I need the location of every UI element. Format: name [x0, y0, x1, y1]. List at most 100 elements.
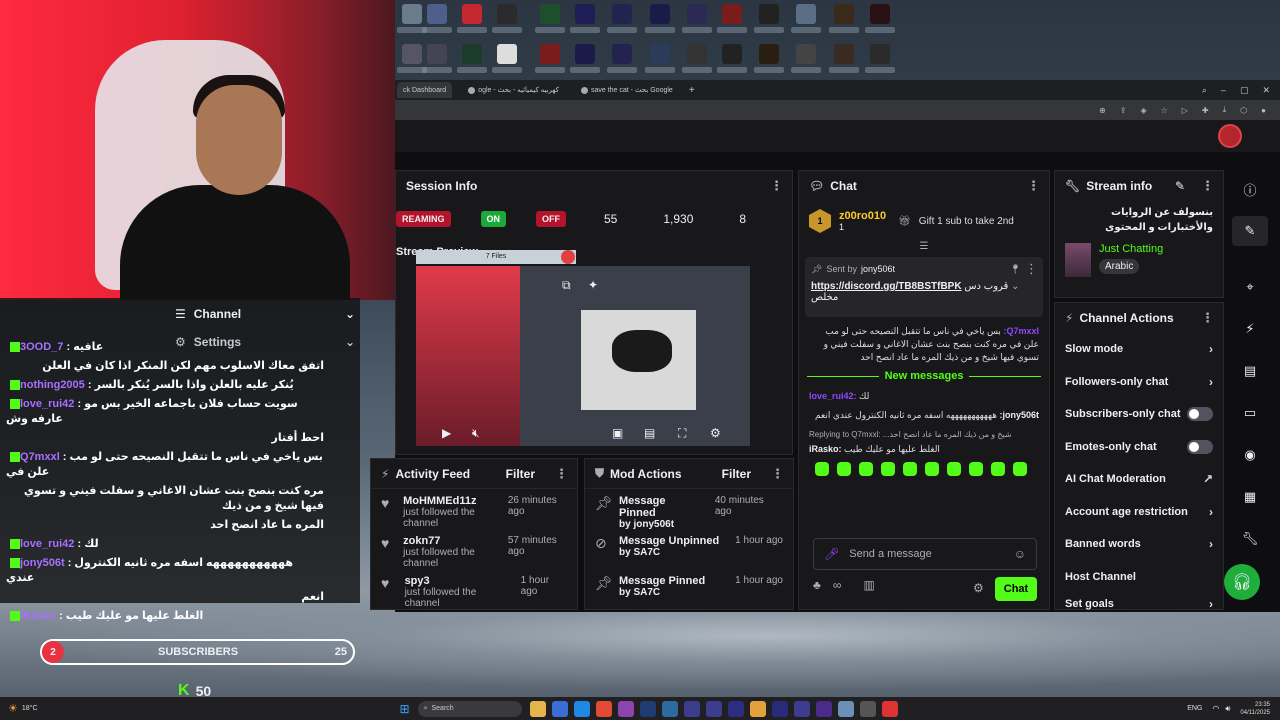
desktop-icon[interactable] [715, 44, 749, 80]
emoji-icon[interactable]: ☺ [1014, 547, 1026, 561]
brave-icon[interactable] [595, 700, 612, 717]
desktop-icon[interactable] [533, 44, 567, 80]
play-icon[interactable]: ▶ [442, 426, 451, 440]
premiere-icon[interactable] [771, 700, 788, 717]
filter-button[interactable]: Filter [722, 467, 751, 481]
menu-channel[interactable]: ☰ Channel ⌄ [175, 302, 355, 326]
tab-save-the-cat[interactable]: save the cat - بحث Google [575, 82, 679, 98]
weather-icon[interactable]: ☀ [8, 702, 18, 715]
wifi-icon[interactable]: ◠ [1212, 704, 1219, 713]
after-effects-icon[interactable] [815, 700, 832, 717]
profile-icon[interactable]: ● [1261, 106, 1266, 115]
desktop-icon[interactable] [680, 44, 714, 80]
slow-mode-row[interactable]: Slow mode › [1055, 333, 1223, 366]
more-icon[interactable]: ⋮ [770, 178, 783, 194]
desktop-icon[interactable] [827, 44, 861, 80]
user-avatar[interactable] [1218, 124, 1242, 148]
desktop-icon[interactable] [490, 44, 524, 80]
share-icon[interactable]: ⇪ [1120, 106, 1127, 115]
broadcast-icon[interactable]: ◉ [1232, 440, 1268, 470]
audition-icon[interactable] [705, 700, 722, 717]
more-icon[interactable]: ⋮ [771, 466, 784, 482]
edit-icon[interactable]: ✎ [1175, 179, 1185, 193]
followers-only-row[interactable]: Followers-only chat › [1055, 366, 1223, 399]
fullscreen-icon[interactable]: ⛶ [678, 426, 686, 441]
wrench-rail-icon[interactable]: 🔧︎ [1232, 524, 1268, 554]
pin-icon[interactable]: 📍︎ [1010, 264, 1021, 275]
more-icon[interactable]: ⋮ [1201, 178, 1214, 194]
account-age-row[interactable]: Account age restriction › [1055, 496, 1223, 529]
subscribers-only-toggle[interactable] [1187, 407, 1213, 422]
emote-icon[interactable] [947, 462, 961, 476]
focus-icon[interactable]: ⌖ [1232, 272, 1268, 302]
ai-moderation-row[interactable]: AI Chat Moderation ↗ [1055, 463, 1223, 496]
store-icon[interactable]: ▥ [863, 578, 874, 592]
drag-handle-icon[interactable]: ☰ [799, 241, 1049, 253]
more-icon[interactable]: ⋮ [1201, 310, 1214, 326]
activity-item[interactable]: ♥ zokn77 just followed the channel 57 minut… [371, 529, 577, 569]
app-icon[interactable] [551, 700, 568, 717]
desktop-icon[interactable] [455, 44, 489, 80]
desktop-icon[interactable] [715, 4, 749, 40]
desktop-icon[interactable] [605, 4, 639, 40]
desktop-icon[interactable] [455, 4, 489, 40]
chat-username[interactable]: jony506t: [999, 410, 1039, 420]
emote-icon[interactable] [859, 462, 873, 476]
sparkle-icon[interactable]: ✦ [588, 278, 598, 292]
desktop-icon[interactable] [490, 4, 524, 40]
mod-action-item[interactable]: ⊘ Message Unpinned by SA7C 1 hour ago [585, 529, 793, 569]
minimize-icon[interactable]: – [1221, 85, 1226, 96]
tab-dashboard[interactable]: ck Dashboard [397, 82, 453, 98]
pip-icon[interactable]: ⧉ [562, 278, 571, 293]
miniplayer-icon[interactable]: ▣ [612, 426, 623, 440]
download-icon[interactable]: ⤓ [1223, 105, 1227, 115]
bolt-rail-icon[interactable]: ⚡︎ [1232, 314, 1268, 344]
emote-icon[interactable] [991, 462, 1005, 476]
desktop-icon[interactable] [533, 4, 567, 40]
layout-icon[interactable]: ▦ [1232, 482, 1268, 512]
puzzle-icon[interactable]: ⬡ [1240, 106, 1247, 115]
clock[interactable]: 23:35 04/11/2025 [1240, 701, 1270, 717]
chat-username[interactable]: love_rui42: [809, 391, 857, 401]
desktop-icon[interactable] [863, 44, 897, 80]
chat-input[interactable]: 🎤︎ Send a message ☺ [813, 538, 1037, 570]
theater-icon[interactable]: ▤ [644, 426, 655, 440]
on-button[interactable]: ON [480, 211, 506, 227]
set-goals-row[interactable]: Set goals › [1055, 593, 1223, 615]
media-icon[interactable]: ▷ [1182, 106, 1188, 115]
points-icon[interactable]: ♣ [813, 578, 821, 592]
emote-icon[interactable] [881, 462, 895, 476]
extension-icon[interactable]: ✚ [1202, 106, 1209, 115]
desktop-icon[interactable] [680, 4, 714, 40]
language-indicator[interactable]: ENG [1187, 705, 1202, 712]
desktop-icon[interactable] [643, 4, 677, 40]
search-tabs-icon[interactable]: ⌕ [1202, 85, 1207, 96]
info-icon[interactable]: ⓘ [1232, 174, 1268, 204]
desktop-icon[interactable] [789, 44, 823, 80]
pinned-link[interactable]: https://discord.gg/TB8BSTfBPK [811, 281, 962, 292]
support-headset-icon[interactable]: 🎧︎ [1224, 564, 1260, 600]
banned-words-row[interactable]: Banned words › [1055, 528, 1223, 561]
desktop-icon[interactable] [420, 44, 454, 80]
app-icon[interactable] [749, 700, 766, 717]
activity-item[interactable]: ♥ spy3 just followed the channel 1 hour ago [371, 569, 577, 609]
stream-preview-video[interactable]: ⧉ ✦ ▶ 🔇︎ ▣ ▤ ⛶ ⚙ [416, 266, 750, 446]
emote-icon[interactable] [903, 462, 917, 476]
desktop-icon[interactable] [752, 4, 786, 40]
obs-icon[interactable] [859, 700, 876, 717]
emote-icon[interactable] [837, 462, 851, 476]
desktop-icon[interactable] [420, 4, 454, 40]
mic-icon[interactable]: 🎤︎ [824, 547, 839, 561]
more-icon[interactable]: ⋮ [1027, 178, 1040, 194]
chevron-down-icon[interactable]: ⌄ [1011, 281, 1019, 292]
desktop-icon[interactable] [568, 4, 602, 40]
desktop-icon[interactable] [827, 4, 861, 40]
desktop-icon[interactable] [605, 44, 639, 80]
send-chat-button[interactable]: Chat [995, 577, 1037, 601]
audition-icon[interactable] [793, 700, 810, 717]
emote-icon[interactable] [815, 462, 829, 476]
more-icon[interactable]: ⋮ [1025, 261, 1038, 277]
desktop-icon[interactable] [643, 44, 677, 80]
desktop-icon[interactable] [752, 44, 786, 80]
mod-action-item[interactable]: 📌︎ Message Pinned by SA7C 1 hour ago [585, 569, 793, 609]
